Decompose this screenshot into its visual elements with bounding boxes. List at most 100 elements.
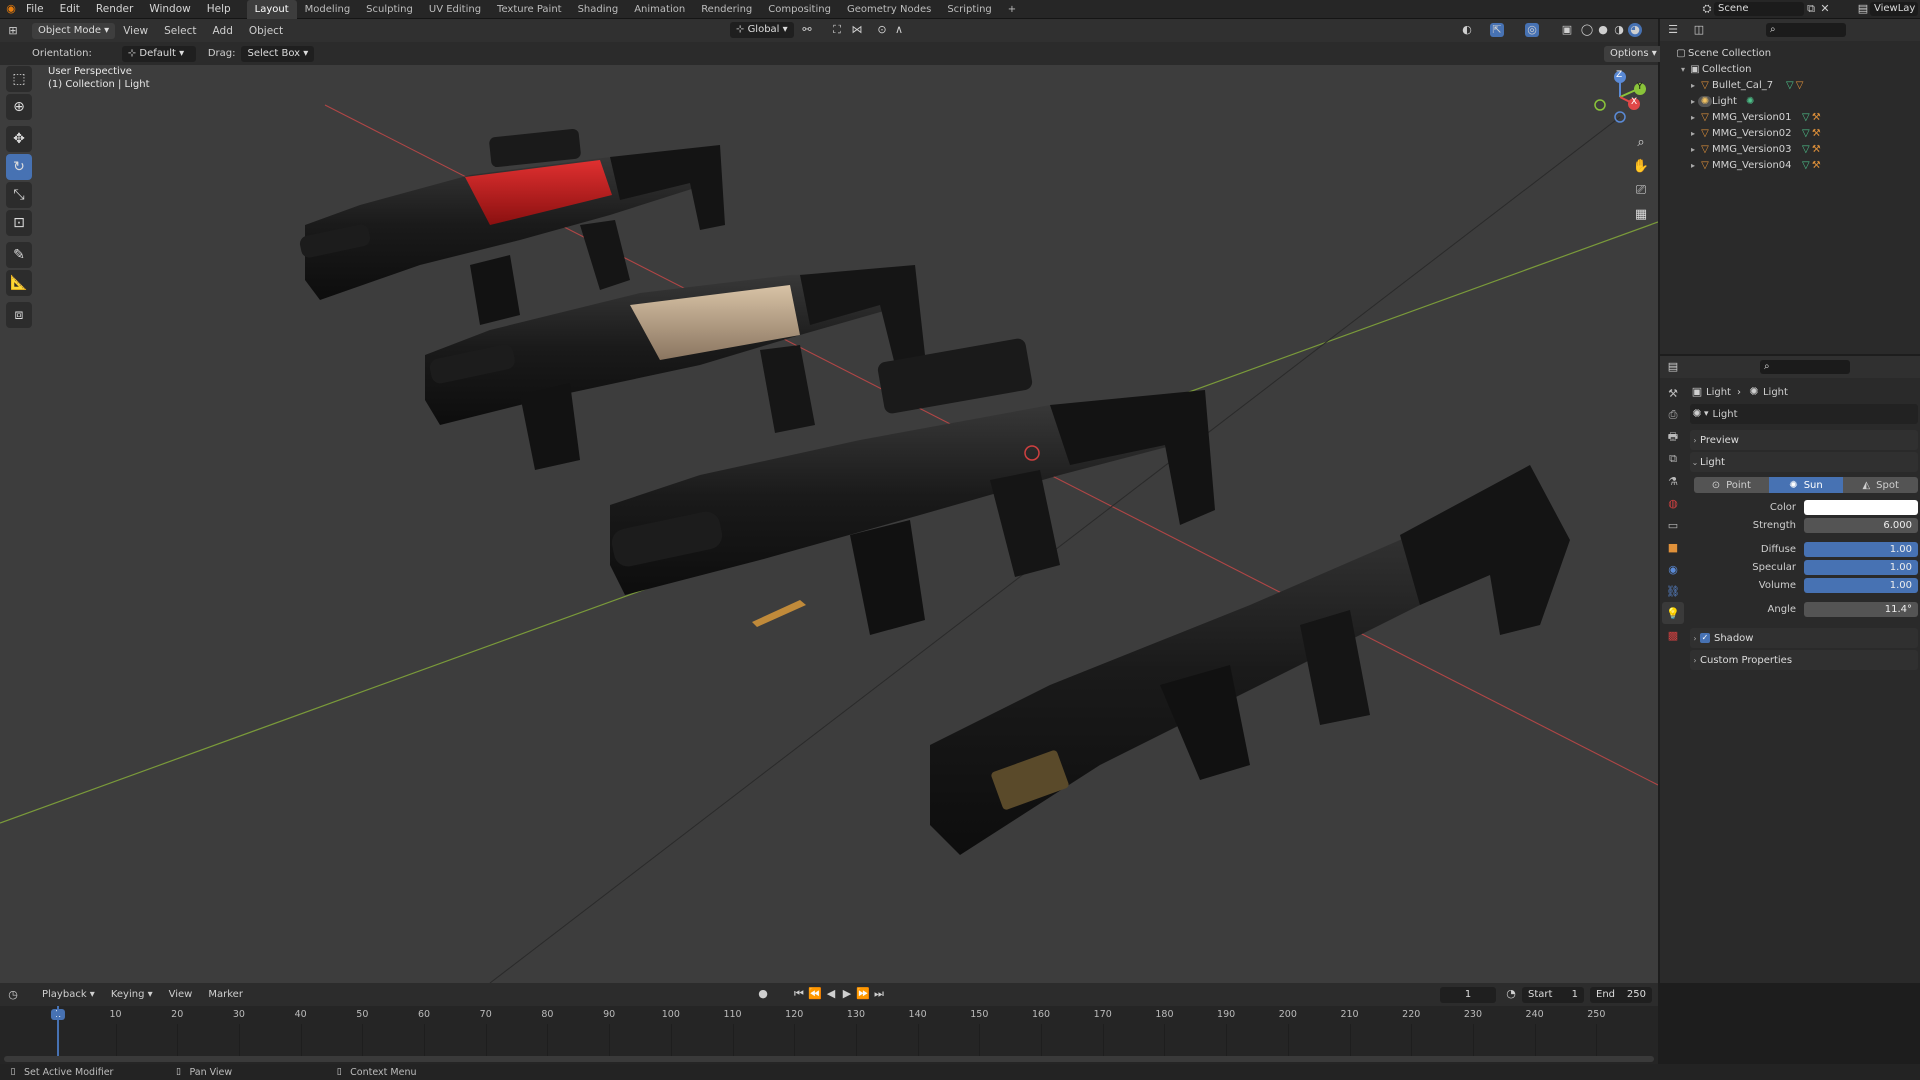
mesh-data-icon[interactable]: ▽ xyxy=(1802,128,1810,139)
play-reverse-icon[interactable]: ◀ xyxy=(824,987,838,1001)
menu-file[interactable]: File xyxy=(18,0,52,19)
jump-start-icon[interactable]: ⏮ xyxy=(792,987,806,1001)
menu-keying[interactable]: Keying ▾ xyxy=(103,989,161,1000)
properties-search-input[interactable]: ⌕ xyxy=(1760,360,1850,374)
shading-wireframe-icon[interactable]: ◯ xyxy=(1580,23,1594,37)
proportional-edit-icon[interactable]: ⊙ xyxy=(875,23,889,37)
select-box-tool-icon[interactable]: ⬚ xyxy=(6,66,32,92)
viewlayer-name-field[interactable]: ViewLay xyxy=(1870,2,1918,16)
outliner-item-mmg04[interactable]: ▸ ▽ MMG_Version04 ▽ ⚒ xyxy=(1674,157,1920,173)
preview-range-icon[interactable]: ◔ xyxy=(1504,987,1518,1001)
scene-tab-icon[interactable]: ⚗ xyxy=(1662,470,1684,492)
blender-logo-icon[interactable]: ◉ xyxy=(4,2,18,16)
menu-window[interactable]: Window xyxy=(141,0,198,19)
light-data-icon[interactable]: ✺ xyxy=(1746,96,1754,107)
orientation-dropdown[interactable]: ⊹ Default ▾ xyxy=(121,45,196,62)
outliner-search-input[interactable]: ⌕ xyxy=(1766,23,1846,37)
strength-field[interactable]: 6.000 xyxy=(1804,517,1918,533)
tab-uv-editing[interactable]: UV Editing xyxy=(421,0,489,19)
start-frame-field[interactable]: Start 1 xyxy=(1522,987,1584,1003)
visibility-icon[interactable]: ◐ xyxy=(1460,23,1474,37)
ortho-grid-icon[interactable]: ▦ xyxy=(1630,203,1652,225)
properties-editor-icon[interactable]: ▤ xyxy=(1666,360,1680,374)
mesh-data-icon[interactable]: ▽ xyxy=(1796,80,1804,91)
cursor-tool-icon[interactable]: ⊕ xyxy=(6,94,32,120)
tab-texture-paint[interactable]: Texture Paint xyxy=(489,0,570,19)
outliner-item-bullet[interactable]: ▸ ▽ Bullet_Cal_7 ▽ ▽ xyxy=(1674,77,1920,93)
drag-dropdown[interactable]: Select Box ▾ xyxy=(241,45,315,62)
shadow-panel-header[interactable]: › ✓ Shadow xyxy=(1690,628,1918,648)
tab-shading[interactable]: Shading xyxy=(570,0,627,19)
current-frame-field[interactable]: 1 xyxy=(1440,987,1496,1003)
expand-icon[interactable]: ▸ xyxy=(1688,145,1698,154)
mesh-data-icon[interactable]: ▽ xyxy=(1802,160,1810,171)
light-type-spot[interactable]: ◭ Spot xyxy=(1843,477,1919,493)
menu-playback[interactable]: Playback ▾ xyxy=(34,989,103,1000)
camera-view-icon[interactable]: ⎚ xyxy=(1630,179,1652,201)
scene-name-field[interactable]: Scene xyxy=(1714,2,1804,16)
falloff-icon[interactable]: ∧ xyxy=(892,23,906,37)
modifier-icon[interactable]: ⚒ xyxy=(1812,112,1821,123)
physics-tab-icon[interactable]: ◉ xyxy=(1662,558,1684,580)
output-tab-icon[interactable]: 🖶 xyxy=(1662,426,1684,448)
navigation-gizmo[interactable]: Z Y X xyxy=(1590,67,1650,127)
expand-icon[interactable]: ▸ xyxy=(1688,81,1698,90)
pan-hand-icon[interactable]: ✋ xyxy=(1630,155,1652,177)
add-workspace-button[interactable]: + xyxy=(1000,0,1024,19)
jump-end-icon[interactable]: ⏭ xyxy=(872,987,886,1001)
menu-edit[interactable]: Edit xyxy=(52,0,88,19)
timeline-area[interactable]: 1102030405060708090100110120130140150160… xyxy=(0,1006,1658,1064)
mmg-version03-model[interactable] xyxy=(609,337,1215,635)
diffuse-slider[interactable]: 1.00 xyxy=(1804,541,1918,557)
preview-panel-header[interactable]: › Preview xyxy=(1690,430,1918,450)
gizmo-toggle-icon[interactable]: ⇱ xyxy=(1490,23,1504,37)
specular-slider[interactable]: 1.00 xyxy=(1804,559,1918,575)
angle-field[interactable]: 11.4° xyxy=(1804,601,1918,617)
tab-scripting[interactable]: Scripting xyxy=(939,0,999,19)
modifier-icon[interactable]: ▽ xyxy=(1786,80,1794,91)
snap-icon[interactable]: ⛶ xyxy=(830,23,844,37)
mesh-data-icon[interactable]: ▽ xyxy=(1802,144,1810,155)
viewlayer-icon[interactable]: ▤ xyxy=(1856,2,1870,16)
outliner-item-mmg01[interactable]: ▸ ▽ MMG_Version01 ▽ ⚒ xyxy=(1674,109,1920,125)
annotate-tool-icon[interactable]: ✎ xyxy=(6,242,32,268)
light-type-sun[interactable]: ✺ Sun xyxy=(1768,477,1844,493)
modifier-icon[interactable]: ⚒ xyxy=(1812,128,1821,139)
object-tab-icon[interactable]: ■ xyxy=(1662,536,1684,558)
tab-sculpting[interactable]: Sculpting xyxy=(358,0,421,19)
snap-target-icon[interactable]: ⋈ xyxy=(850,23,864,37)
collection-expand-icon[interactable]: ▾ xyxy=(1678,65,1688,74)
light-panel-header[interactable]: ⌄ Light xyxy=(1690,452,1918,472)
outliner-item-mmg02[interactable]: ▸ ▽ MMG_Version02 ▽ ⚒ xyxy=(1674,125,1920,141)
light-type-point[interactable]: ⊙ Point xyxy=(1694,477,1769,493)
tab-compositing[interactable]: Compositing xyxy=(760,0,839,19)
outliner-item-light[interactable]: ▸ ✺ Light ✺ xyxy=(1674,93,1920,109)
scene-icon[interactable]: ⛭ xyxy=(1700,2,1714,16)
menu-marker[interactable]: Marker xyxy=(200,989,251,1000)
modifier-icon[interactable]: ⚒ xyxy=(1812,144,1821,155)
tab-animation[interactable]: Animation xyxy=(626,0,693,19)
transform-orientation-dropdown[interactable]: ⊹ Global ▾ xyxy=(730,22,794,38)
xray-icon[interactable]: ▣ xyxy=(1560,23,1574,37)
tab-modeling[interactable]: Modeling xyxy=(297,0,359,19)
expand-icon[interactable]: ▸ xyxy=(1688,113,1698,122)
tab-geometry-nodes[interactable]: Geometry Nodes xyxy=(839,0,939,19)
volume-slider[interactable]: 1.00 xyxy=(1804,577,1918,593)
collection-row[interactable]: ▾ ▣ Collection xyxy=(1674,61,1920,77)
move-tool-icon[interactable]: ✥ xyxy=(6,126,32,152)
mesh-data-icon[interactable]: ▽ xyxy=(1802,112,1810,123)
measure-tool-icon[interactable]: 📐 xyxy=(6,270,32,296)
view-layer-tab-icon[interactable]: ⧉ xyxy=(1662,448,1684,470)
options-dropdown[interactable]: Options ▾ xyxy=(1604,46,1663,62)
jump-keyframe-back-icon[interactable]: ⏪ xyxy=(808,987,822,1001)
new-scene-icon[interactable]: ⧉ xyxy=(1804,2,1818,16)
constraints-tab-icon[interactable]: ⛓ xyxy=(1662,580,1684,602)
menu-select[interactable]: Select xyxy=(156,25,204,37)
outliner-item-mmg03[interactable]: ▸ ▽ MMG_Version03 ▽ ⚒ xyxy=(1674,141,1920,157)
mode-dropdown[interactable]: Object Mode ▾ xyxy=(32,22,116,39)
3d-viewport[interactable]: User Perspective (1) Collection | Light … xyxy=(0,65,1658,983)
shading-rendered-icon[interactable]: ◕ xyxy=(1628,23,1642,37)
datablock-selector[interactable]: ✺ ▾ Light xyxy=(1690,404,1918,424)
playhead[interactable] xyxy=(57,1006,59,1058)
render-tab-icon[interactable]: ⎙ xyxy=(1662,404,1684,426)
